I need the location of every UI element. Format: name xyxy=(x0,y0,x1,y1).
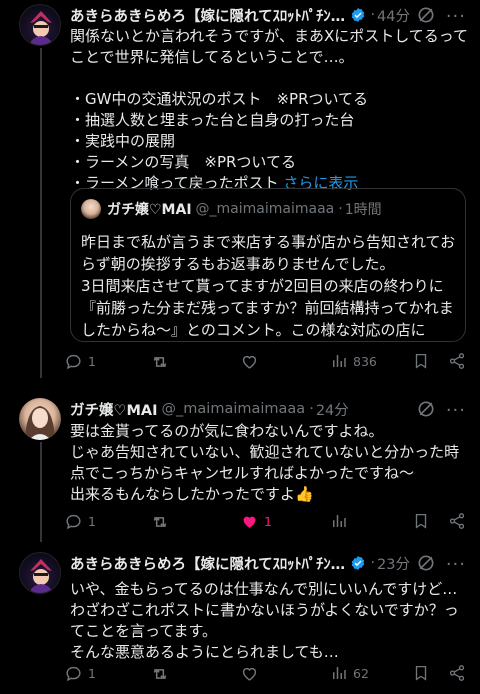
grok-icon[interactable] xyxy=(416,553,436,573)
post-header: ガチ嬢♡MAI @_maimaimaimaaa · 24分 xyxy=(70,398,410,420)
avatar[interactable] xyxy=(19,398,61,440)
post-time[interactable]: 23分 xyxy=(377,553,410,574)
verified-badge-icon xyxy=(352,556,365,570)
display-name[interactable]: あきらあきらめろ【嫁に隠れてｽﾛｯﾄﾊﾟﾁﾝｺ... xyxy=(70,5,346,26)
like-button[interactable] xyxy=(240,664,259,683)
quote-avatar xyxy=(81,199,101,219)
repost-button[interactable] xyxy=(150,352,170,372)
share-button[interactable] xyxy=(448,512,466,530)
bookmark-button[interactable] xyxy=(412,664,430,682)
display-name[interactable]: あきらあきらめろ【嫁に隠れてｽﾛｯﾄﾊﾟﾁﾝｺ... xyxy=(70,553,346,574)
quote-handle: @_maimaimaimaaa xyxy=(195,201,335,217)
action-bar: 1 836 xyxy=(64,352,468,374)
heart-icon xyxy=(242,355,257,369)
reply-icon xyxy=(66,354,81,370)
views-icon xyxy=(333,515,346,527)
heart-icon xyxy=(242,667,257,681)
reply-count: 1 xyxy=(88,354,96,369)
reply-button[interactable]: 1 xyxy=(64,664,96,683)
reply-count: 1 xyxy=(88,666,96,681)
more-icon[interactable]: ··· xyxy=(446,6,466,27)
bookmark-icon xyxy=(415,353,427,369)
more-icon[interactable]: ··· xyxy=(446,554,466,575)
post-header: あきらあきらめろ【嫁に隠れてｽﾛｯﾄﾊﾟﾁﾝｺ... · 44分 xyxy=(70,4,410,26)
view-count: 62 xyxy=(353,665,369,681)
avatar[interactable] xyxy=(19,552,61,594)
repost-icon xyxy=(153,357,167,367)
views-button[interactable] xyxy=(330,512,348,530)
separator-dot: · xyxy=(309,401,314,417)
action-bar: 1 62 xyxy=(64,664,468,686)
avatar[interactable] xyxy=(19,4,61,46)
reply-icon xyxy=(66,666,81,682)
separator-dot: · xyxy=(370,7,376,23)
repost-icon xyxy=(153,517,167,527)
reply-button[interactable]: 1 xyxy=(64,352,96,371)
views-button[interactable]: 62 xyxy=(330,664,369,682)
post-text: 要は金貰ってるのが気に食わないんですよね。 じゃあ告知されていない、歓迎されてい… xyxy=(70,422,460,503)
post[interactable]: あきらあきらめろ【嫁に隠れてｽﾛｯﾄﾊﾟﾁﾝｺ... · 44分 ··· 関係な… xyxy=(0,4,480,384)
bookmark-icon xyxy=(415,513,427,529)
quote-time: 1時間 xyxy=(344,202,382,218)
handle[interactable]: @_maimaimaimaaa xyxy=(162,401,306,417)
grok-icon[interactable] xyxy=(416,399,436,419)
bookmark-icon xyxy=(415,665,427,681)
heart-icon xyxy=(243,516,256,528)
views-icon xyxy=(333,355,346,367)
action-bar: 1 1 xyxy=(64,512,468,534)
views-icon xyxy=(333,667,346,679)
share-button[interactable] xyxy=(448,352,466,370)
separator-dot: · xyxy=(338,201,343,217)
post[interactable]: ガチ嬢♡MAI @_maimaimaimaaa · 24分 ··· 要は金貰って… xyxy=(0,398,480,538)
post-time[interactable]: 24分 xyxy=(316,399,349,420)
more-icon[interactable]: ··· xyxy=(446,400,466,421)
share-button[interactable] xyxy=(448,664,466,682)
share-icon xyxy=(449,665,465,681)
reply-count: 1 xyxy=(88,514,96,529)
like-count: 1 xyxy=(264,514,272,529)
bookmark-button[interactable] xyxy=(412,352,430,370)
post-time[interactable]: 44分 xyxy=(377,5,410,26)
post-header: あきらあきらめろ【嫁に隠れてｽﾛｯﾄﾊﾟﾁﾝｺ... · 23分 xyxy=(70,552,410,574)
like-button[interactable]: 1 xyxy=(240,512,272,531)
repost-button[interactable] xyxy=(150,512,170,532)
views-button[interactable]: 836 xyxy=(330,352,377,370)
repost-button[interactable] xyxy=(150,664,170,684)
quote-header: ガチ嬢♡MAI @_maimaimaimaaa · 1時間 xyxy=(81,199,382,219)
share-icon xyxy=(449,353,465,369)
view-count: 836 xyxy=(353,353,377,369)
post[interactable]: あきらあきらめろ【嫁に隠れてｽﾛｯﾄﾊﾟﾁﾝｺ... · 23分 ··· いや、… xyxy=(0,552,480,694)
post-text: いや、金もらってるのは仕事なんで別にいいんですけど… わざわざこれポストに書かな… xyxy=(70,580,459,661)
verified-badge-icon xyxy=(352,8,365,22)
post-body: 関係ないとか言われそうですが、まあXにポストしてるってことで世界に発信してるとい… xyxy=(70,27,469,192)
grok-icon[interactable] xyxy=(416,5,436,25)
like-button[interactable] xyxy=(240,352,259,371)
separator-dot: · xyxy=(370,555,376,571)
post-text: 関係ないとか言われそうですが、まあXにポストしてるってことで世界に発信してるとい… xyxy=(70,26,470,194)
reply-icon xyxy=(66,514,81,530)
quoted-post[interactable]: ガチ嬢♡MAI @_maimaimaimaaa · 1時間 昨日まで私が言うまで… xyxy=(70,188,466,342)
quote-display-name: ガチ嬢♡MAI xyxy=(107,202,192,218)
repost-icon xyxy=(153,669,167,679)
reply-button[interactable]: 1 xyxy=(64,512,96,531)
bookmark-button[interactable] xyxy=(412,512,430,530)
display-name[interactable]: ガチ嬢♡MAI xyxy=(70,399,158,420)
share-icon xyxy=(449,513,465,529)
quote-text: 昨日まで私が言うまで来店する事が店から告知されておらず朝の挨拶するもお返事ありま… xyxy=(81,233,456,339)
